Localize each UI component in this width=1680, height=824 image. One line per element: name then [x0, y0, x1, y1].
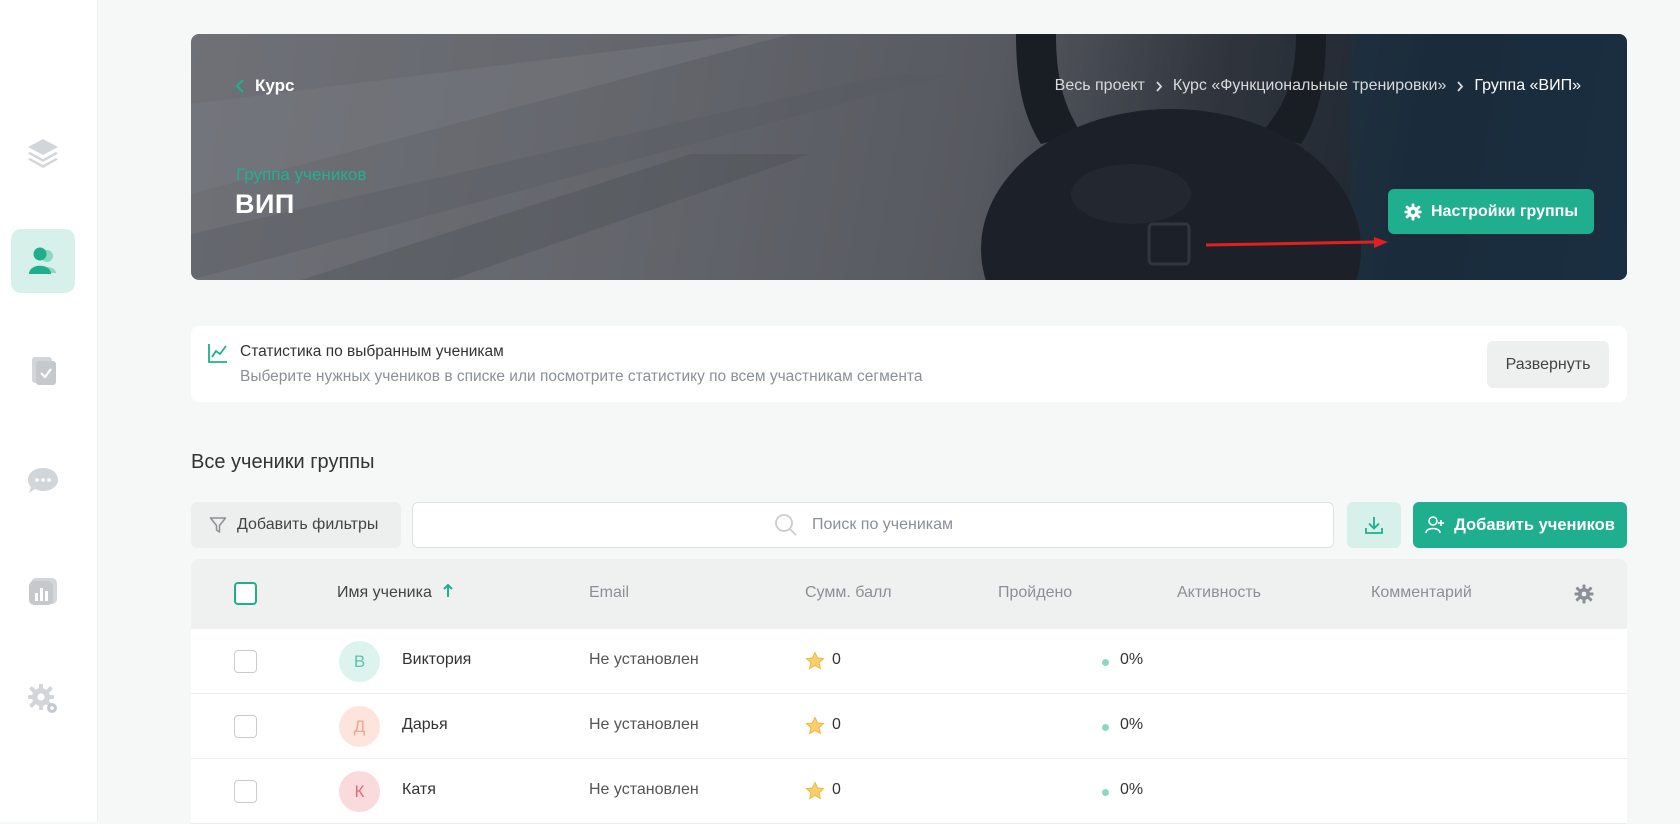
group-settings-button[interactable]: Настройки группы — [1388, 189, 1594, 234]
student-search[interactable] — [412, 502, 1334, 548]
column-header-passed: Пройдено — [998, 584, 1073, 601]
star-icon — [805, 651, 825, 670]
tasks-icon — [32, 357, 56, 385]
student-score: 0 — [832, 651, 841, 668]
add-user-icon — [1425, 516, 1445, 534]
avatar: В — [339, 641, 380, 682]
settings-icon — [28, 684, 57, 713]
chevron-right-icon — [1457, 80, 1464, 92]
student-passed: 0% — [1120, 716, 1144, 733]
hero-subtitle: Группа учеников — [236, 165, 367, 184]
add-filters-button[interactable]: Добавить фильтры — [191, 502, 401, 548]
stats-title: Статистика по выбранным ученикам — [240, 343, 504, 360]
annotation-arrow — [1206, 237, 1388, 248]
chevron-left-icon — [235, 79, 244, 93]
row-checkbox[interactable] — [234, 715, 257, 738]
sidebar-item-tasks[interactable] — [11, 338, 75, 402]
add-students-label: Добавить учеников — [1454, 515, 1615, 534]
column-header-name-label: Имя ученика — [337, 584, 432, 601]
table-row[interactable]: Д Дарья Не установлен 0 0% — [191, 694, 1627, 759]
column-header-comment: Комментарий — [1371, 584, 1472, 601]
sidebar — [0, 0, 98, 822]
expand-button[interactable]: Развернуть — [1487, 341, 1609, 388]
table-row[interactable]: В Виктория Не установлен 0 0% — [191, 629, 1627, 694]
back-to-course-link[interactable]: Курс — [235, 76, 294, 96]
student-name[interactable]: Дарья — [402, 716, 448, 734]
table-row[interactable]: К Катя Не установлен 0 0% — [191, 759, 1627, 824]
breadcrumb: Весь проект Курс «Функциональные трениро… — [1055, 77, 1581, 95]
students-icon — [29, 247, 56, 274]
line-chart-icon — [208, 344, 227, 363]
search-icon — [775, 514, 797, 536]
sidebar-item-layers[interactable] — [11, 120, 75, 184]
column-settings-gear-icon[interactable] — [1574, 584, 1594, 604]
column-header-score: Сумм. балл — [805, 584, 892, 601]
gear-icon — [1404, 203, 1422, 220]
hero-overlay — [191, 34, 1627, 280]
group-settings-label: Настройки группы — [1431, 202, 1578, 220]
layers-icon — [28, 139, 58, 168]
sort-ascending-icon — [443, 583, 454, 597]
breadcrumb-course[interactable]: Курс «Функциональные тренировки» — [1173, 77, 1447, 95]
stats-description: Выберите нужных учеников в списке или по… — [240, 368, 923, 385]
table-header: Имя ученика Email Сумм. балл Пройдено Ак… — [191, 559, 1627, 629]
student-score: 0 — [832, 781, 841, 798]
student-passed: 0% — [1120, 781, 1144, 798]
column-header-activity: Активность — [1177, 584, 1262, 601]
student-email: Не установлен — [589, 781, 699, 798]
select-all-checkbox[interactable] — [234, 582, 257, 605]
sidebar-item-students[interactable] — [11, 229, 75, 293]
avatar: К — [339, 771, 380, 812]
student-email: Не установлен — [589, 651, 699, 668]
column-header-email: Email — [589, 584, 630, 601]
star-icon — [805, 716, 825, 735]
student-name[interactable]: Виктория — [402, 651, 471, 669]
students-table: Имя ученика Email Сумм. балл Пройдено Ак… — [191, 559, 1627, 824]
progress-dot — [1102, 659, 1109, 666]
download-button[interactable] — [1347, 502, 1401, 548]
student-passed: 0% — [1120, 651, 1144, 668]
main-content: Курс Весь проект Курс «Функциональные тр… — [98, 0, 1680, 824]
filter-icon — [209, 517, 227, 533]
sidebar-item-chat[interactable] — [11, 448, 75, 512]
column-header-name[interactable]: Имя ученика — [337, 583, 454, 602]
group-hero-banner: Курс Весь проект Курс «Функциональные тр… — [191, 34, 1627, 280]
row-checkbox[interactable] — [234, 780, 257, 803]
back-link-label: Курс — [255, 76, 295, 95]
breadcrumb-project[interactable]: Весь проект — [1055, 77, 1145, 95]
star-icon — [805, 781, 825, 800]
add-filters-label: Добавить фильтры — [237, 516, 379, 533]
section-title: Все ученики группы — [191, 451, 375, 473]
chevron-right-icon — [1156, 80, 1163, 92]
avatar: Д — [339, 706, 380, 747]
analytics-icon — [29, 578, 57, 605]
progress-dot — [1102, 789, 1109, 796]
add-students-button[interactable]: Добавить учеников — [1413, 502, 1627, 548]
download-icon — [1365, 517, 1383, 534]
student-name[interactable]: Катя — [402, 781, 436, 799]
sidebar-item-settings[interactable] — [11, 667, 75, 731]
student-score: 0 — [832, 716, 841, 733]
row-checkbox[interactable] — [234, 650, 257, 673]
student-email: Не установлен — [589, 716, 699, 733]
breadcrumb-group: Группа «ВИП» — [1474, 77, 1581, 94]
sidebar-item-analytics[interactable] — [11, 558, 75, 622]
progress-dot — [1102, 724, 1109, 731]
search-input[interactable] — [812, 516, 972, 534]
selected-students-stats: Статистика по выбранным ученикам Выберит… — [191, 326, 1627, 402]
page-title: ВИП — [235, 189, 295, 219]
chat-icon — [28, 468, 58, 493]
